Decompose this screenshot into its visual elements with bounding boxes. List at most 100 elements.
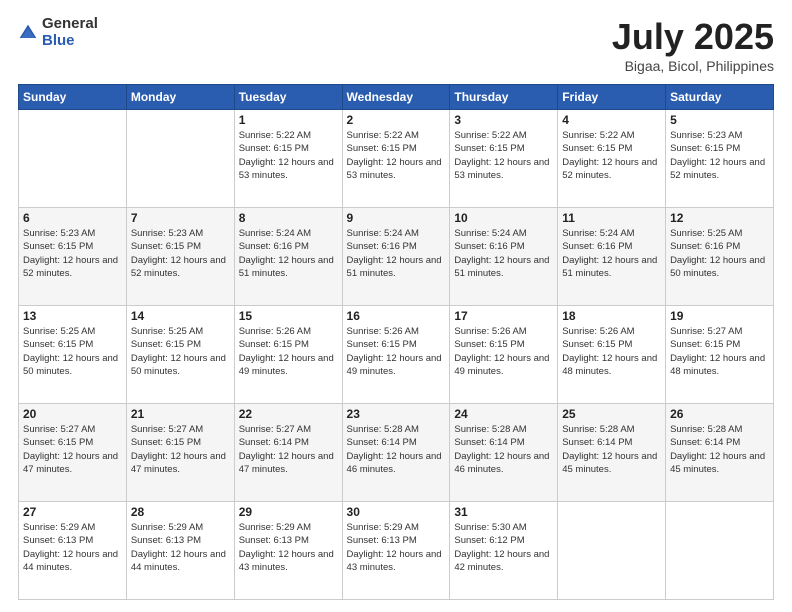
calendar-table: Sunday Monday Tuesday Wednesday Thursday…	[18, 84, 774, 600]
day-number: 3	[454, 113, 553, 127]
table-row: 14 Sunrise: 5:25 AM Sunset: 6:15 PM Dayli…	[126, 306, 234, 404]
table-row: 25 Sunrise: 5:28 AM Sunset: 6:14 PM Dayli…	[558, 404, 666, 502]
table-row: 9Sunrise: 5:24 AM Sunset: 6:16 PM Daylig…	[342, 208, 450, 306]
day-number: 29	[239, 505, 338, 519]
table-row: 24Sunrise: 5:28 AM Sunset: 6:14 PM Dayli…	[450, 404, 558, 502]
day-number: 21	[131, 407, 230, 421]
table-row: 20 Sunrise: 5:27 AM Sunset: 6:15 PM Dayli…	[19, 404, 127, 502]
day-info: Sunrise: 5:26 AM Sunset: 6:15 PM Dayligh…	[562, 325, 661, 378]
main-title: July 2025	[612, 16, 774, 58]
day-number: 4	[562, 113, 661, 127]
table-row	[19, 110, 127, 208]
day-number: 15	[239, 309, 338, 323]
subtitle: Bigaa, Bicol, Philippines	[612, 58, 774, 74]
col-friday: Friday	[558, 85, 666, 110]
day-number: 1	[239, 113, 338, 127]
calendar-header-row: Sunday Monday Tuesday Wednesday Thursday…	[19, 85, 774, 110]
table-row: 29Sunrise: 5:29 AM Sunset: 6:13 PM Dayli…	[234, 502, 342, 600]
day-info: Sunrise: 5:26 AM Sunset: 6:15 PM Dayligh…	[454, 325, 553, 378]
day-number: 27	[23, 505, 122, 519]
day-number: 22	[239, 407, 338, 421]
table-row: 31 Sunrise: 5:30 AM Sunset: 6:12 PM Dayli…	[450, 502, 558, 600]
day-info: Sunrise: 5:28 AM Sunset: 6:14 PM Dayligh…	[347, 423, 446, 476]
day-info: Sunrise: 5:29 AM Sunset: 6:13 PM Dayligh…	[23, 521, 122, 574]
day-number: 18	[562, 309, 661, 323]
day-number: 19	[670, 309, 769, 323]
day-number: 17	[454, 309, 553, 323]
day-info: Sunrise: 5:23 AM Sunset: 6:15 PM Dayligh…	[131, 227, 230, 280]
day-info: Sunrise: 5:29 AM Sunset: 6:13 PM Dayligh…	[347, 521, 446, 574]
day-number: 6	[23, 211, 122, 225]
day-number: 8	[239, 211, 338, 225]
day-number: 14	[131, 309, 230, 323]
day-info: Sunrise: 5:25 AM Sunset: 6:15 PM Dayligh…	[131, 325, 230, 378]
day-info: Sunrise: 5:28 AM Sunset: 6:14 PM Dayligh…	[454, 423, 553, 476]
col-thursday: Thursday	[450, 85, 558, 110]
calendar-week-row: 20 Sunrise: 5:27 AM Sunset: 6:15 PM Dayli…	[19, 404, 774, 502]
day-info: Sunrise: 5:24 AM Sunset: 6:16 PM Dayligh…	[454, 227, 553, 280]
day-info: Sunrise: 5:24 AM Sunset: 6:16 PM Dayligh…	[562, 227, 661, 280]
day-number: 26	[670, 407, 769, 421]
day-info: Sunrise: 5:27 AM Sunset: 6:15 PM Dayligh…	[131, 423, 230, 476]
table-row: 1 Sunrise: 5:22 AM Sunset: 6:15 PM Daylig…	[234, 110, 342, 208]
calendar-week-row: 13 Sunrise: 5:25 AM Sunset: 6:15 PM Dayli…	[19, 306, 774, 404]
logo-icon	[18, 23, 38, 43]
page: General Blue July 2025 Bigaa, Bicol, Phi…	[0, 0, 792, 612]
day-number: 7	[131, 211, 230, 225]
logo-blue-text: Blue	[42, 33, 98, 50]
calendar-week-row: 27 Sunrise: 5:29 AM Sunset: 6:13 PM Dayli…	[19, 502, 774, 600]
day-info: Sunrise: 5:24 AM Sunset: 6:16 PM Dayligh…	[239, 227, 338, 280]
table-row: 19 Sunrise: 5:27 AM Sunset: 6:15 PM Dayli…	[666, 306, 774, 404]
day-info: Sunrise: 5:22 AM Sunset: 6:15 PM Dayligh…	[347, 129, 446, 182]
day-info: Sunrise: 5:23 AM Sunset: 6:15 PM Dayligh…	[23, 227, 122, 280]
logo-general-text: General	[42, 16, 98, 33]
table-row: 7 Sunrise: 5:23 AM Sunset: 6:15 PM Daylig…	[126, 208, 234, 306]
table-row: 13Sunrise: 5:25 AM Sunset: 6:15 PM Dayli…	[19, 306, 127, 404]
day-number: 12	[670, 211, 769, 225]
col-saturday: Saturday	[666, 85, 774, 110]
calendar-week-row: 6 Sunrise: 5:23 AM Sunset: 6:15 PM Daylig…	[19, 208, 774, 306]
day-info: Sunrise: 5:22 AM Sunset: 6:15 PM Dayligh…	[562, 129, 661, 182]
day-number: 25	[562, 407, 661, 421]
table-row	[126, 110, 234, 208]
day-info: Sunrise: 5:28 AM Sunset: 6:14 PM Dayligh…	[562, 423, 661, 476]
day-info: Sunrise: 5:23 AM Sunset: 6:15 PM Dayligh…	[670, 129, 769, 182]
table-row: 27 Sunrise: 5:29 AM Sunset: 6:13 PM Dayli…	[19, 502, 127, 600]
col-monday: Monday	[126, 85, 234, 110]
day-number: 10	[454, 211, 553, 225]
table-row: 5 Sunrise: 5:23 AM Sunset: 6:15 PM Daylig…	[666, 110, 774, 208]
header: General Blue July 2025 Bigaa, Bicol, Phi…	[18, 16, 774, 74]
table-row: 2 Sunrise: 5:22 AM Sunset: 6:15 PM Daylig…	[342, 110, 450, 208]
title-block: July 2025 Bigaa, Bicol, Philippines	[612, 16, 774, 74]
day-number: 30	[347, 505, 446, 519]
logo: General Blue	[18, 16, 98, 49]
day-info: Sunrise: 5:27 AM Sunset: 6:15 PM Dayligh…	[23, 423, 122, 476]
table-row: 30 Sunrise: 5:29 AM Sunset: 6:13 PM Dayli…	[342, 502, 450, 600]
table-row: 4 Sunrise: 5:22 AM Sunset: 6:15 PM Daylig…	[558, 110, 666, 208]
day-info: Sunrise: 5:22 AM Sunset: 6:15 PM Dayligh…	[239, 129, 338, 182]
day-info: Sunrise: 5:27 AM Sunset: 6:15 PM Dayligh…	[670, 325, 769, 378]
col-wednesday: Wednesday	[342, 85, 450, 110]
day-info: Sunrise: 5:27 AM Sunset: 6:14 PM Dayligh…	[239, 423, 338, 476]
table-row: 17 Sunrise: 5:26 AM Sunset: 6:15 PM Dayli…	[450, 306, 558, 404]
table-row: 28Sunrise: 5:29 AM Sunset: 6:13 PM Dayli…	[126, 502, 234, 600]
table-row: 23Sunrise: 5:28 AM Sunset: 6:14 PM Dayli…	[342, 404, 450, 502]
table-row	[666, 502, 774, 600]
table-row: 16Sunrise: 5:26 AM Sunset: 6:15 PM Dayli…	[342, 306, 450, 404]
table-row: 21 Sunrise: 5:27 AM Sunset: 6:15 PM Dayli…	[126, 404, 234, 502]
col-sunday: Sunday	[19, 85, 127, 110]
table-row: 3Sunrise: 5:22 AM Sunset: 6:15 PM Daylig…	[450, 110, 558, 208]
table-row: 11Sunrise: 5:24 AM Sunset: 6:16 PM Dayli…	[558, 208, 666, 306]
day-number: 5	[670, 113, 769, 127]
table-row: 22 Sunrise: 5:27 AM Sunset: 6:14 PM Dayli…	[234, 404, 342, 502]
calendar-week-row: 1 Sunrise: 5:22 AM Sunset: 6:15 PM Daylig…	[19, 110, 774, 208]
table-row	[558, 502, 666, 600]
day-info: Sunrise: 5:26 AM Sunset: 6:15 PM Dayligh…	[347, 325, 446, 378]
day-number: 13	[23, 309, 122, 323]
table-row: 26 Sunrise: 5:28 AM Sunset: 6:14 PM Dayli…	[666, 404, 774, 502]
day-number: 20	[23, 407, 122, 421]
day-info: Sunrise: 5:28 AM Sunset: 6:14 PM Dayligh…	[670, 423, 769, 476]
day-number: 31	[454, 505, 553, 519]
day-info: Sunrise: 5:30 AM Sunset: 6:12 PM Dayligh…	[454, 521, 553, 574]
day-number: 2	[347, 113, 446, 127]
